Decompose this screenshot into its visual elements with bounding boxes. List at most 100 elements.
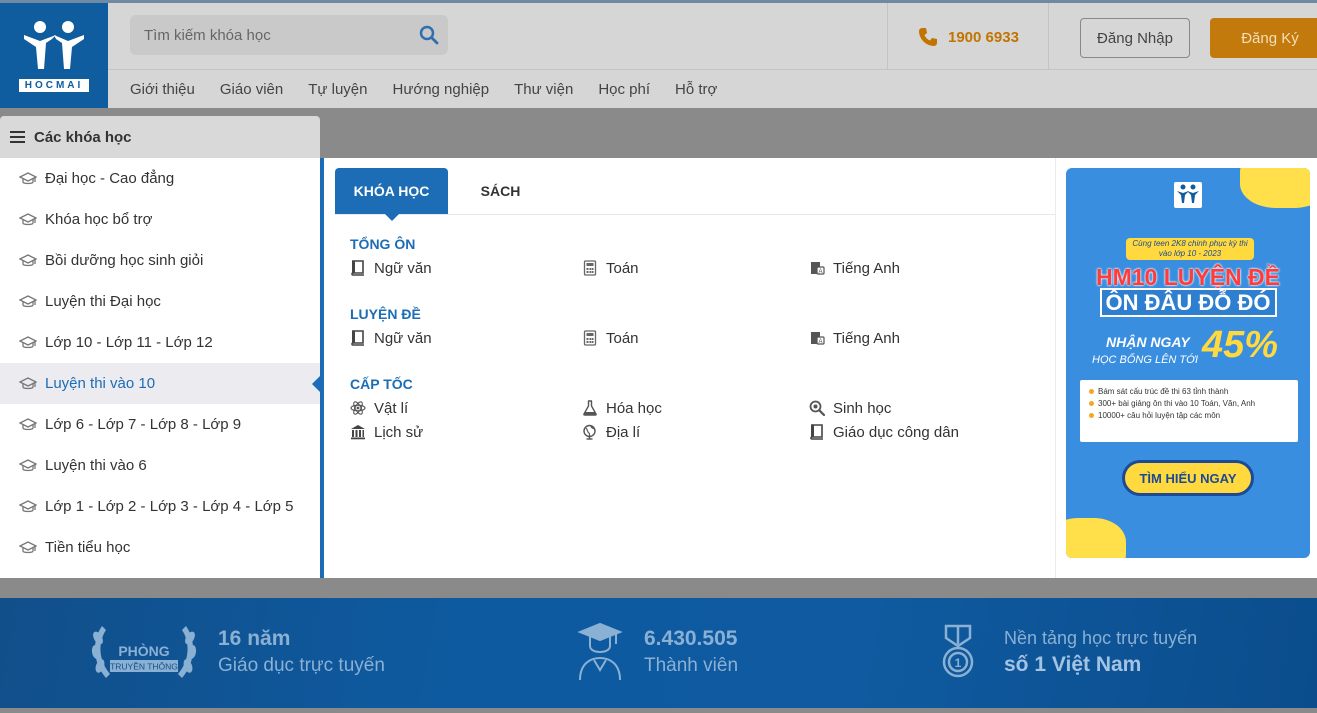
- nav-item-thu-vien[interactable]: Thư viện: [514, 81, 573, 98]
- course-link[interactable]: Địa lí: [582, 424, 809, 441]
- hotline[interactable]: 1900 6933: [918, 27, 1019, 47]
- section-title[interactable]: LUYỆN ĐỀ: [350, 306, 1050, 326]
- course-link[interactable]: Ngữ văn: [350, 330, 582, 347]
- badge-line2: TRUYỀN THÔNG: [110, 662, 178, 672]
- banner-headline: HM10 LUYỆN ĐỀ: [1095, 264, 1281, 290]
- flask-icon: [583, 400, 597, 416]
- search-icon[interactable]: [418, 24, 440, 46]
- nav-item-giao-vien[interactable]: Giáo viên: [220, 81, 283, 98]
- sidebar-item-label: Luyện thi Đại học: [45, 293, 161, 310]
- course-link[interactable]: Hóa học: [582, 400, 809, 417]
- course-link[interactable]: Giáo dục công dân: [809, 424, 1049, 441]
- tab-khoa-hoc[interactable]: KHÓA HỌC: [335, 168, 448, 221]
- course-label: Tiếng Anh: [833, 329, 900, 347]
- nav-item-ho-tro[interactable]: Hỗ trợ: [675, 81, 717, 98]
- banner-gift-line2: HỌC BỔNG LÊN TỚI: [1092, 354, 1199, 366]
- search-input[interactable]: [130, 15, 400, 55]
- sidebar-item[interactable]: Luyện thi vào 10: [0, 363, 320, 404]
- nav-item-gioi-thieu[interactable]: Giới thiệu: [130, 81, 195, 98]
- graduation-cap-icon: [19, 253, 37, 266]
- graduation-cap-icon: [19, 458, 37, 471]
- tab-sach[interactable]: SÁCH: [448, 168, 553, 214]
- categories-toggle[interactable]: Các khóa học: [0, 116, 320, 158]
- panel-tabs: KHÓA HỌC SÁCH: [335, 168, 1055, 221]
- stat-members-text: 6.430.505 Thành viên: [644, 627, 738, 677]
- banner-gift-line1: NHẬN NGAY: [1106, 334, 1190, 350]
- banner-cta-button[interactable]: TÌM HIỂU NGAY: [1122, 460, 1254, 496]
- nav-item-tu-luyen[interactable]: Tự luyện: [308, 81, 367, 98]
- banner-subheadline: ÔN ĐÂU ĐỖ ĐÓ: [1066, 288, 1310, 317]
- graduation-cap-icon: [19, 294, 37, 307]
- banner-notes: Bám sát cấu trúc đề thi 63 tỉnh thành 30…: [1080, 380, 1298, 442]
- course-link[interactable]: Toán: [582, 330, 809, 347]
- header-divider: [1048, 3, 1049, 69]
- sidebar-item[interactable]: Khóa học bổ trợ: [0, 199, 320, 240]
- course-row: Lịch sử Địa lí Giáo dục công dân: [350, 420, 1050, 444]
- main-nav: Giới thiệu Giáo viên Tự luyện Hướng nghi…: [130, 81, 742, 98]
- calculator-icon: [583, 260, 597, 276]
- graduation-cap-icon: [19, 376, 37, 389]
- course-label: Toán: [606, 259, 639, 277]
- hocmai-logo[interactable]: HOCMAI: [0, 3, 108, 108]
- sidebar-item[interactable]: Đại học - Cao đẳng: [0, 158, 320, 199]
- category-sidebar: Đại học - Cao đẳng Khóa học bổ trợ Bồi dưỡ…: [0, 158, 320, 578]
- stats-bar: PHÒNG TRUYỀN THÔNG 16 năm Giáo dục trực …: [0, 598, 1317, 708]
- book-icon: [351, 260, 364, 276]
- course-label: Giáo dục công dân: [833, 423, 959, 441]
- panel-divider: [1055, 158, 1056, 578]
- stat-platform-text: Nền tảng học trực tuyến số 1 Việt Nam: [1004, 628, 1197, 677]
- stat-platform-line2: số 1 Việt Nam: [1004, 652, 1142, 676]
- sidebar-item[interactable]: Lớp 6 - Lớp 7 - Lớp 8 - Lớp 9: [0, 404, 320, 445]
- section-title[interactable]: CẤP TỐC: [350, 376, 1050, 396]
- course-link[interactable]: A Tiếng Anh: [809, 260, 1049, 277]
- sidebar-item[interactable]: Luyện thi vào 6: [0, 445, 320, 486]
- sidebar-item[interactable]: Lớp 10 - Lớp 11 - Lớp 12: [0, 322, 320, 363]
- nav-item-huong-nghiep[interactable]: Hướng nghiệp: [392, 81, 489, 98]
- section-title[interactable]: TỔNG ÔN: [350, 236, 1050, 256]
- banner-note: Bám sát cấu trúc đề thi 63 tỉnh thành: [1089, 386, 1292, 398]
- course-link[interactable]: A Tiếng Anh: [809, 330, 1049, 347]
- sidebar-item-label: Khóa học bổ trợ: [45, 211, 153, 228]
- stats-bottom-strip: [0, 708, 1317, 713]
- svg-text:A: A: [818, 339, 822, 345]
- museum-icon: [351, 425, 365, 440]
- stat-members-value: 6.430.505: [644, 627, 738, 650]
- microscope-icon: [809, 400, 825, 416]
- course-link[interactable]: Vật lí: [350, 400, 582, 417]
- sidebar-item-label: Luyện thi vào 10: [45, 375, 156, 392]
- dictionary-icon: A: [811, 332, 825, 345]
- promo-banner[interactable]: Cùng teen 2K8 chinh phục kỳ thi vào lớp …: [1066, 168, 1310, 558]
- graduation-cap-icon: [19, 335, 37, 348]
- course-link[interactable]: Toán: [582, 260, 809, 277]
- globe-icon: [583, 424, 596, 440]
- stat-years-value: 16 năm: [218, 627, 291, 650]
- book-icon: [810, 424, 823, 440]
- stat-years: PHÒNG TRUYỀN THÔNG 16 năm Giáo dục trực …: [88, 616, 385, 688]
- course-section: LUYỆN ĐỀ Ngữ văn Toán A Tiếng Anh: [350, 306, 1050, 350]
- course-label: Sinh học: [833, 399, 892, 417]
- sidebar-item[interactable]: Bồi dưỡng học sinh giỏi: [0, 240, 320, 281]
- course-link[interactable]: Ngữ văn: [350, 260, 582, 277]
- calculator-icon: [583, 330, 597, 346]
- mega-menu-panel: KHÓA HỌC SÁCH TỔNG ÔN Ngữ văn Toán A Tiếng A…: [324, 158, 1317, 578]
- course-row: Vật lí Hóa học Sinh học: [350, 396, 1050, 420]
- nav-item-hoc-phi[interactable]: Học phí: [598, 81, 650, 98]
- graduate-icon: [577, 622, 623, 681]
- categories-title: Các khóa học: [34, 128, 132, 146]
- svg-text:1: 1: [955, 656, 962, 670]
- course-section: CẤP TỐC Vật lí Hóa học Sinh học Lịch sử Địa l…: [350, 376, 1050, 444]
- sidebar-item[interactable]: Tiền tiểu học: [0, 527, 320, 568]
- graduation-cap-icon: [19, 171, 37, 184]
- course-link[interactable]: Sinh học: [809, 400, 1049, 417]
- stat-members-label: Thành viên: [644, 655, 739, 676]
- course-label: Ngữ văn: [374, 329, 432, 347]
- course-link[interactable]: Lịch sử: [350, 424, 582, 441]
- sidebar-item-label: Tiền tiểu học: [45, 539, 131, 556]
- course-label: Vật lí: [374, 399, 409, 417]
- banner-subheadline-text: ÔN ĐÂU ĐỖ ĐÓ: [1099, 288, 1277, 317]
- register-button[interactable]: Đăng Ký: [1210, 18, 1317, 58]
- login-button[interactable]: Đăng Nhập: [1080, 18, 1190, 58]
- sidebar-item[interactable]: Luyện thi Đại học: [0, 281, 320, 322]
- phone-number: 1900 6933: [948, 28, 1019, 46]
- sidebar-item[interactable]: Lớp 1 - Lớp 2 - Lớp 3 - Lớp 4 - Lớp 5: [0, 486, 320, 527]
